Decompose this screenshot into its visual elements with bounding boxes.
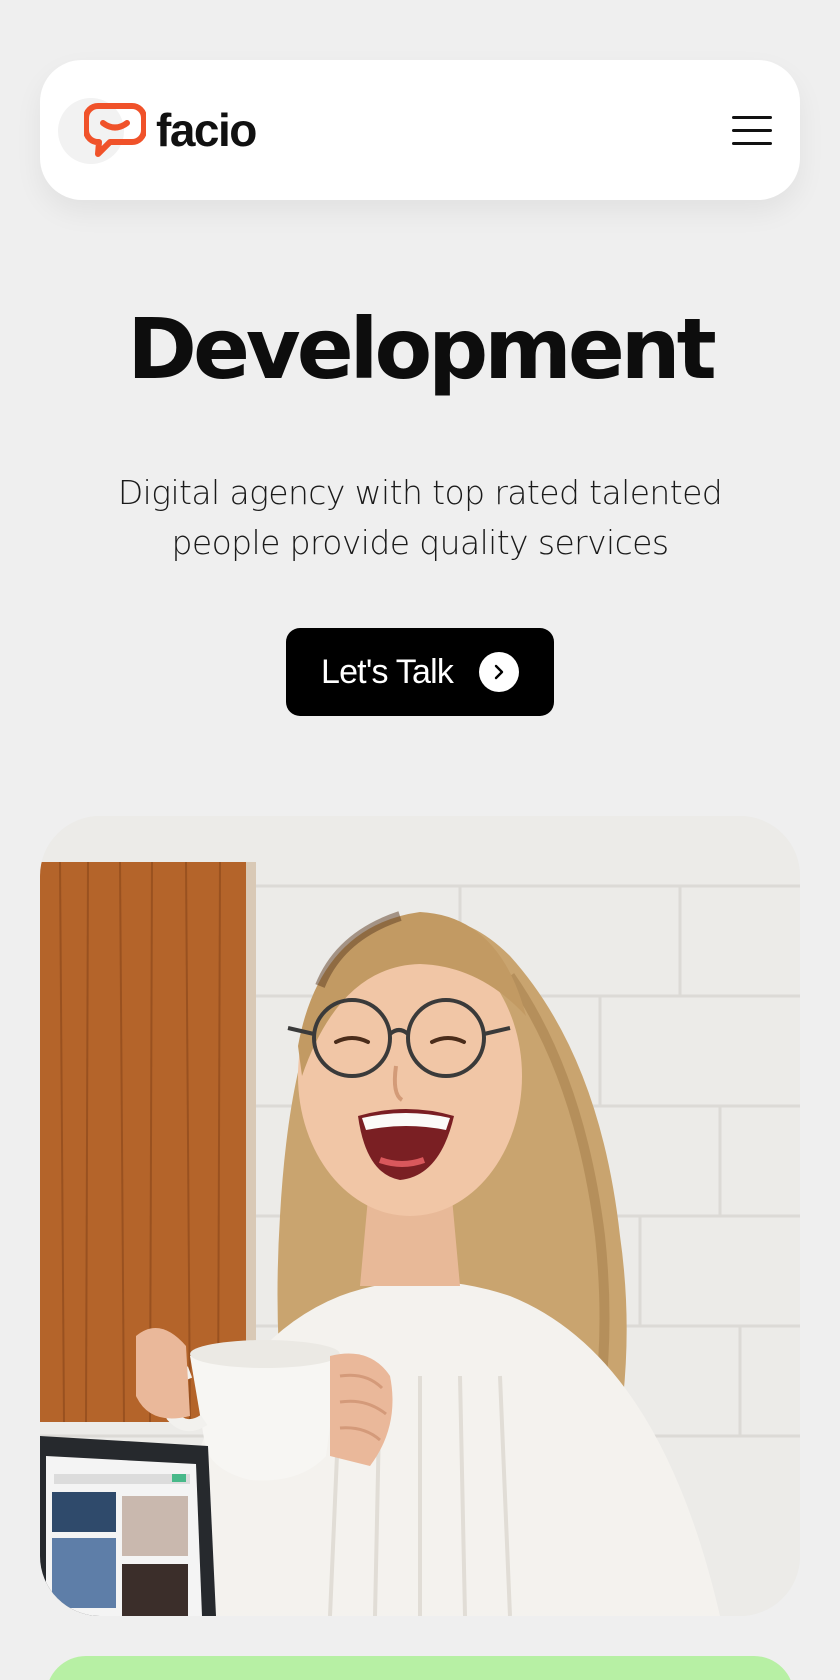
site-header: facio [40, 60, 800, 200]
menu-line [732, 128, 772, 132]
cta-label: Let's Talk [320, 652, 454, 691]
lets-talk-button[interactable]: Let's Talk [286, 628, 554, 716]
menu-line [732, 115, 772, 119]
chevron-right-icon [479, 652, 520, 692]
page-title: Development [127, 300, 717, 398]
brand-name: facio [156, 104, 257, 156]
hero-subtitle: Digital agency with top rated talented p… [117, 473, 723, 562]
chat-bubble-icon [84, 103, 146, 157]
hamburger-menu-icon[interactable] [726, 104, 778, 156]
brand-logo[interactable]: facio [84, 98, 257, 162]
hero-photo [40, 816, 800, 1616]
next-section-card [46, 1656, 794, 1680]
menu-line [732, 141, 772, 145]
